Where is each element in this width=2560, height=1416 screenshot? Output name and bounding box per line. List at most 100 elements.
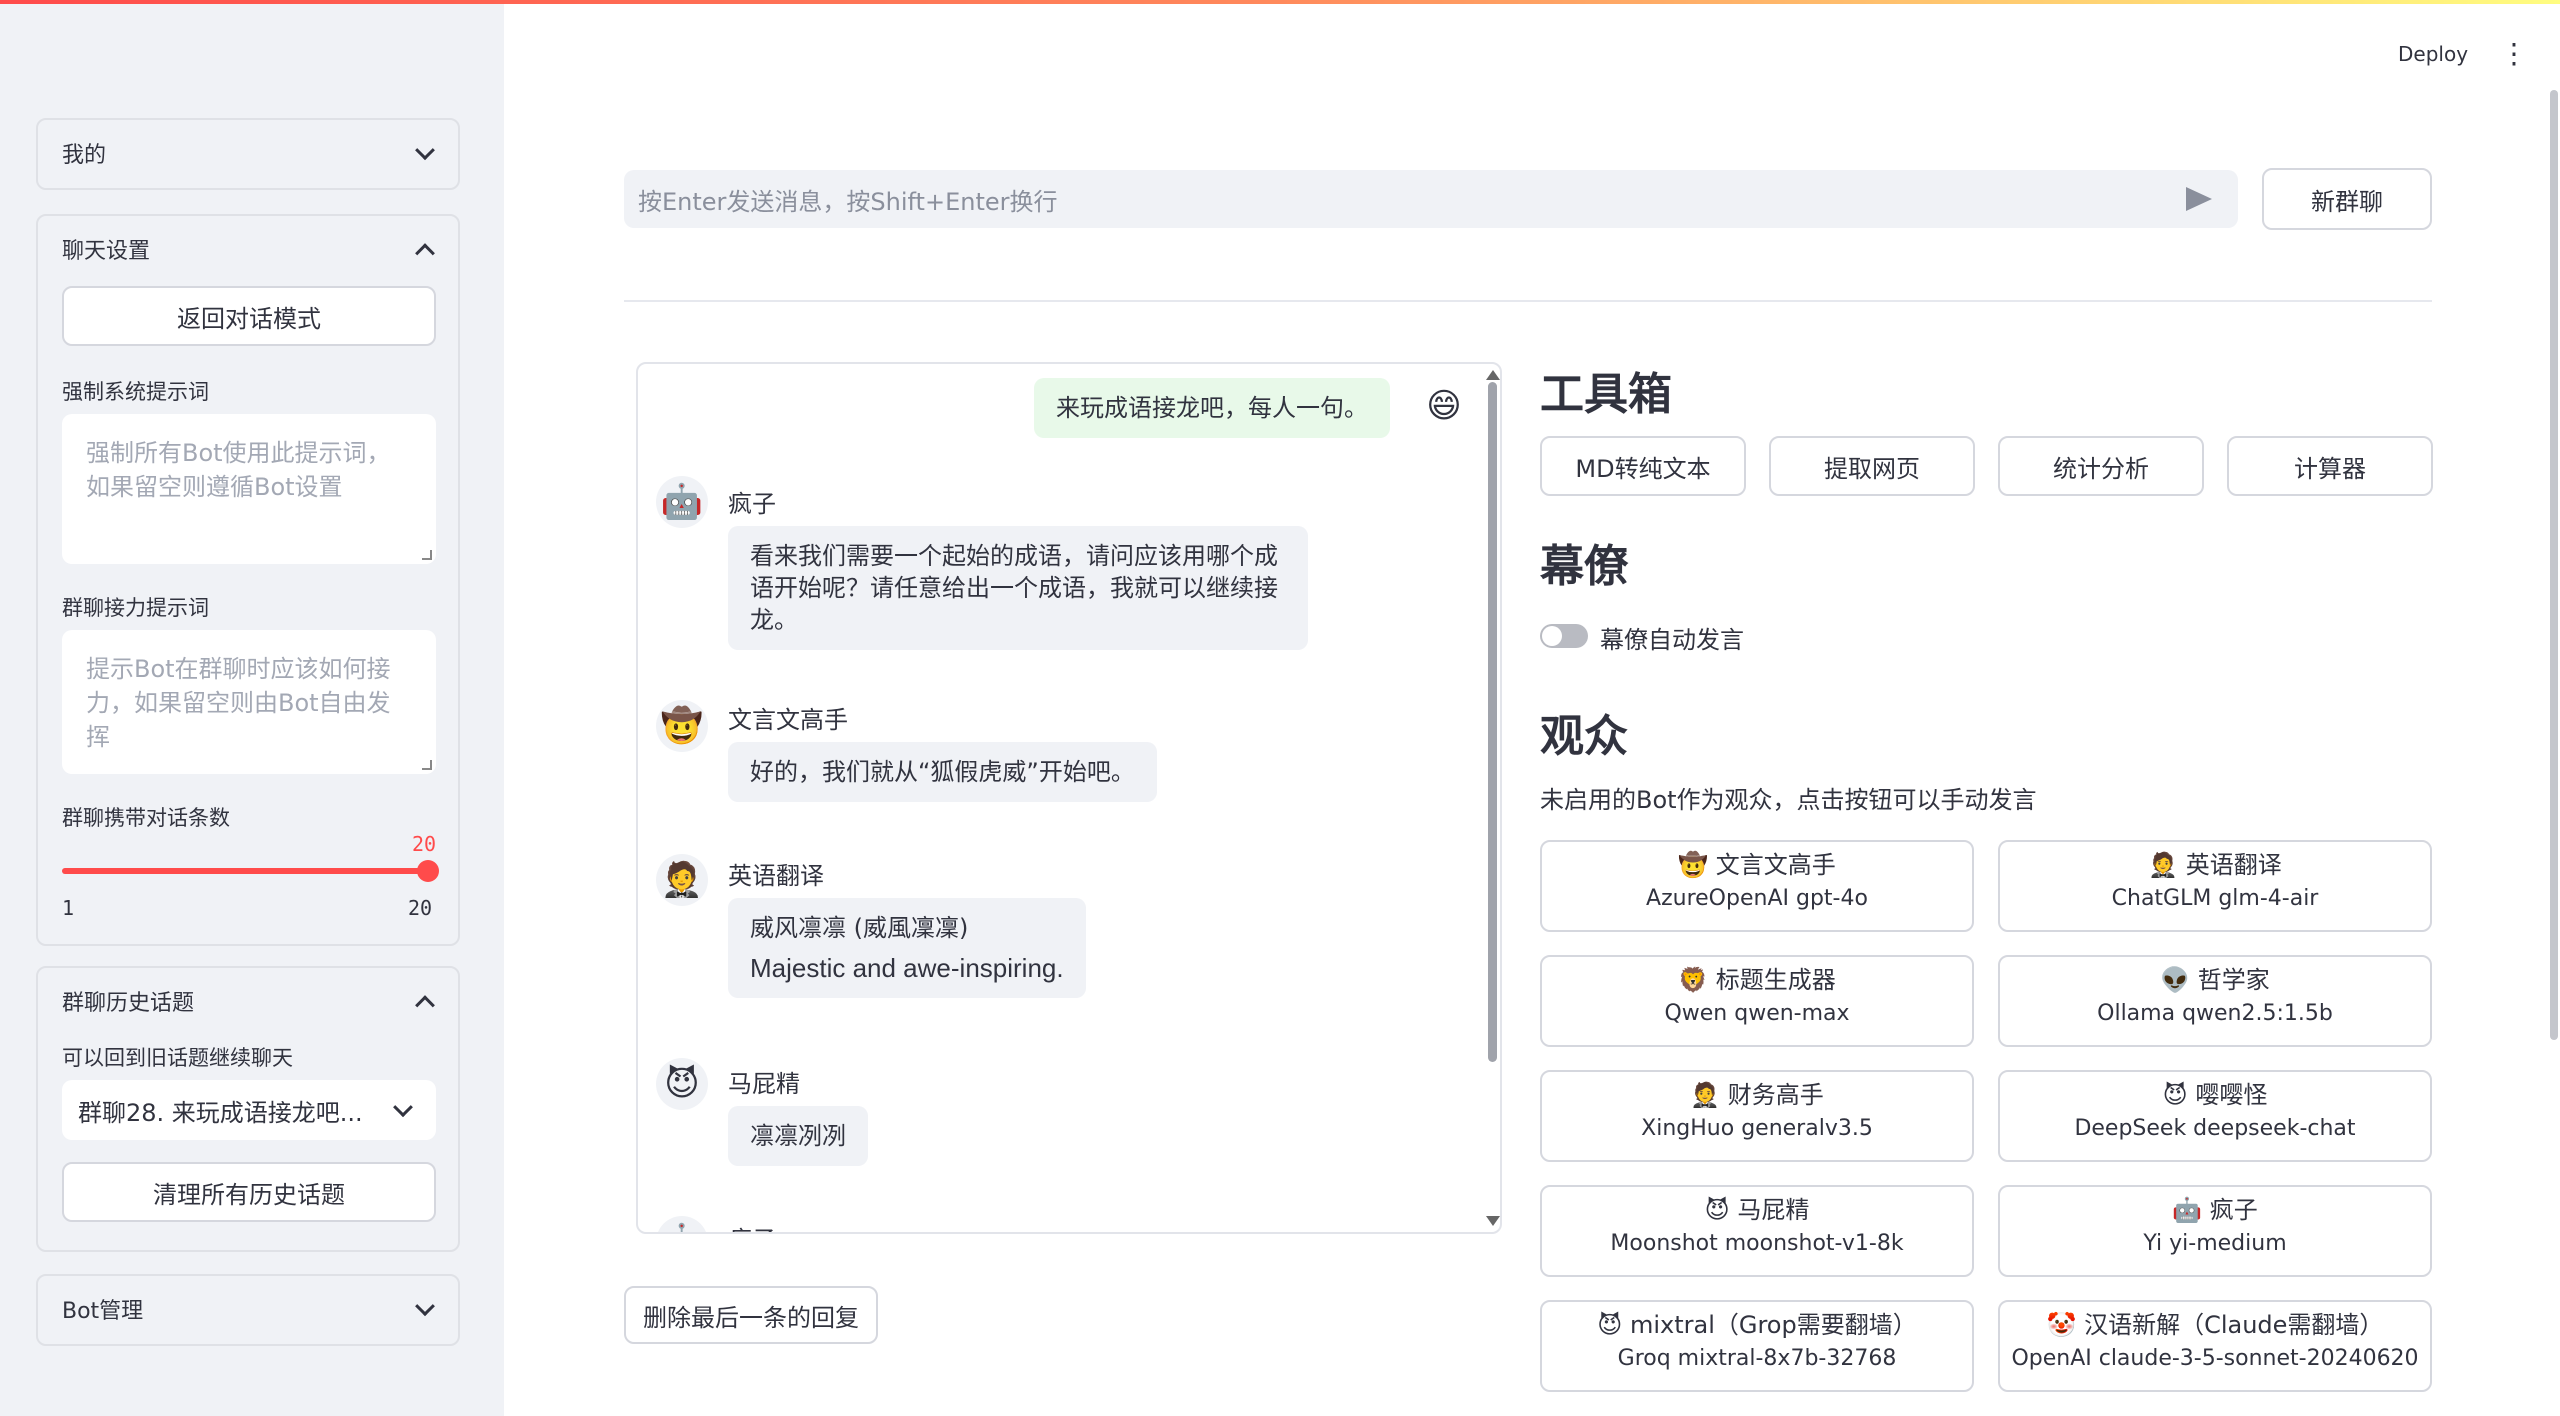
audience-bot-button[interactable]: 😈 mixtral（Grop需要翻墙） Groq mixtral-8x7b-327… <box>1540 1300 1974 1392</box>
audience-bot-model: Ollama qwen2.5:1.5b <box>2097 1001 2333 1026</box>
back-to-chat-button[interactable]: 返回对话模式 <box>62 286 436 346</box>
send-icon[interactable] <box>2186 187 2212 211</box>
audience-bot-model: DeepSeek deepseek-chat <box>2074 1116 2356 1141</box>
audience-bot-name: 马屁精 <box>1737 1196 1810 1224</box>
audience-bot-model: Groq mixtral-8x7b-32768 <box>1617 1346 1897 1371</box>
robot-avatar-icon: 🤖 <box>656 476 708 528</box>
staff-auto-speak-toggle[interactable] <box>1540 624 1588 648</box>
bot-message-line: 威风凛凛 (威風凜凜) <box>750 914 969 942</box>
audience-bot-button[interactable]: 😈 嘤嘤怪 DeepSeek deepseek-chat <box>1998 1070 2432 1162</box>
bot-icon: 🤡 <box>2046 1311 2077 1339</box>
slider-value: 20 <box>412 832 437 856</box>
person-avatar-icon: 🤵 <box>656 854 708 906</box>
audience-bot-model: AzureOpenAI gpt-4o <box>1646 886 1868 911</box>
tool-extract-webpage-button[interactable]: 提取网页 <box>1769 436 1975 496</box>
robot-avatar-icon: 🤖 <box>656 1216 708 1232</box>
bot-message: 凛凛冽冽 <box>728 1106 868 1166</box>
chat-input[interactable]: 按Enter发送消息，按Shift+Enter换行 <box>624 170 2238 228</box>
audience-bot-button[interactable]: 👽 哲学家 Ollama qwen2.5:1.5b <box>1998 955 2432 1047</box>
relay-prompt-textarea[interactable]: 提示Bot在群聊时应该如何接力，如果留空则由Bot自由发挥 <box>62 630 436 774</box>
bot-message: 好的，我们就从“狐假虎威”开始吧。 <box>728 742 1157 802</box>
history-hint: 可以回到旧话题继续聊天 <box>62 1046 293 1070</box>
sys-prompt-label: 强制系统提示词 <box>62 380 209 404</box>
chevron-down-icon <box>415 1296 435 1317</box>
relay-prompt-label: 群聊接力提示词 <box>62 596 209 620</box>
audience-bot-title: 😈 嘤嘤怪 <box>2000 1080 2430 1110</box>
staff-toggle-label: 幕僚自动发言 <box>1600 626 1744 654</box>
resize-handle-icon[interactable] <box>422 760 432 770</box>
clear-history-button[interactable]: 清理所有历史话题 <box>62 1162 436 1222</box>
audience-bot-button[interactable]: 🤠 文言文高手 AzureOpenAI gpt-4o <box>1540 840 1974 932</box>
audience-bot-button[interactable]: 🤡 汉语新解（Claude需翻墙） OpenAI claude-3-5-sonne… <box>1998 1300 2432 1392</box>
scroll-up-icon[interactable] <box>1486 370 1500 380</box>
audience-bot-button[interactable]: 🦁 标题生成器 Qwen qwen-max <box>1540 955 1974 1047</box>
audience-title: 观众 <box>1540 711 1628 762</box>
history-count-slider[interactable] <box>62 860 439 882</box>
audience-bot-model: Qwen qwen-max <box>1664 1001 1850 1026</box>
audience-bot-title: 🤡 汉语新解（Claude需翻墙） <box>2000 1310 2430 1340</box>
audience-bot-title: 😈 马屁精 <box>1542 1195 1972 1225</box>
bot-name: 疯子 <box>728 490 776 518</box>
slider-thumb[interactable] <box>417 860 439 882</box>
tool-md-to-text-button[interactable]: MD转纯文本 <box>1540 436 1746 496</box>
audience-bot-model: Moonshot moonshot-v1-8k <box>1610 1231 1904 1256</box>
expander-bot-manage[interactable]: Bot管理 <box>36 1274 460 1346</box>
bot-name: 文言文高手 <box>728 706 848 734</box>
expander-mine[interactable]: 我的 <box>36 118 460 190</box>
bot-name: 疯子 <box>728 1220 776 1232</box>
scroll-down-icon[interactable] <box>1486 1216 1500 1226</box>
sys-prompt-textarea[interactable]: 强制所有Bot使用此提示词，如果留空则遵循Bot设置 <box>62 414 436 564</box>
audience-bot-button[interactable]: 🤖 疯子 Yi yi-medium <box>1998 1185 2432 1277</box>
audience-bot-name: 哲学家 <box>2197 966 2270 994</box>
chevron-up-icon <box>415 243 435 264</box>
chevron-up-icon <box>415 995 435 1016</box>
audience-bot-title: 🤵 英语翻译 <box>2000 850 2430 880</box>
audience-bot-name: 文言文高手 <box>1715 851 1836 879</box>
bot-icon: 🤵 <box>1690 1081 1721 1109</box>
audience-bot-title: 🤵 财务高手 <box>1542 1080 1972 1110</box>
chat-scrollbar[interactable] <box>1488 382 1497 1062</box>
bot-message: 看来我们需要一个起始的成语，请问应该用哪个成语开始呢？请任意给出一个成语，我就可… <box>728 526 1308 650</box>
resize-handle-icon[interactable] <box>422 550 432 560</box>
audience-bot-button[interactable]: 🤵 财务高手 XingHuo generalv3.5 <box>1540 1070 1974 1162</box>
bot-message: 威风凛凛 (威風凜凜) Majestic and awe-inspiring. <box>728 898 1086 998</box>
audience-bot-button[interactable]: 🤵 英语翻译 ChatGLM glm-4-air <box>1998 840 2432 932</box>
bot-name: 马屁精 <box>728 1070 800 1098</box>
audience-bot-button[interactable]: 😈 马屁精 Moonshot moonshot-v1-8k <box>1540 1185 1974 1277</box>
audience-bot-title: 🦁 标题生成器 <box>1542 965 1972 995</box>
deploy-button[interactable]: Deploy <box>2398 42 2468 66</box>
chevron-down-icon <box>415 140 435 161</box>
toolbox-title: 工具箱 <box>1540 369 1672 420</box>
chat-settings-header[interactable]: 聊天设置 <box>38 216 458 282</box>
audience-bot-model: ChatGLM glm-4-air <box>2111 886 2319 911</box>
tool-statistics-button[interactable]: 统计分析 <box>1998 436 2204 496</box>
bot-icon: 🦁 <box>1678 966 1709 994</box>
sidebar: 我的 聊天设置 返回对话模式 强制系统提示词 强制所有Bot使用此提示词，如果留… <box>0 4 504 1416</box>
history-label: 群聊历史话题 <box>62 991 195 1016</box>
bot-manage-label: Bot管理 <box>62 1299 144 1324</box>
audience-bot-model: XingHuo generalv3.5 <box>1641 1116 1873 1141</box>
chat-input-placeholder: 按Enter发送消息，按Shift+Enter换行 <box>638 187 1058 216</box>
bot-name: 英语翻译 <box>728 862 824 890</box>
slider-max: 20 <box>408 896 433 920</box>
page-scrollbar[interactable] <box>2550 90 2558 1040</box>
devil-avatar-icon: 😈 <box>656 1058 708 1110</box>
bot-icon: 😈 <box>1704 1196 1730 1224</box>
expander-history: 群聊历史话题 可以回到旧话题继续聊天 群聊28. 来玩成语接龙吧... 清理所有… <box>36 966 460 1252</box>
new-group-chat-button[interactable]: 新群聊 <box>2262 168 2432 230</box>
toggle-knob <box>1542 626 1562 646</box>
bot-message-line: Majestic and awe-inspiring. <box>750 953 1064 983</box>
bot-icon: 🤖 <box>2172 1196 2203 1224</box>
tool-calculator-button[interactable]: 计算器 <box>2227 436 2433 496</box>
chat-settings-label: 聊天设置 <box>62 239 151 264</box>
audience-bot-name: 标题生成器 <box>1715 966 1836 994</box>
chevron-down-icon <box>393 1097 413 1118</box>
audience-bot-name: 英语翻译 <box>2185 851 2282 879</box>
divider <box>624 300 2432 302</box>
audience-bot-title: 🤠 文言文高手 <box>1542 850 1972 880</box>
slider-min: 1 <box>62 896 75 920</box>
main-menu-icon[interactable]: ⋮ <box>2500 40 2528 68</box>
history-select[interactable]: 群聊28. 来玩成语接龙吧... <box>62 1080 436 1140</box>
history-header[interactable]: 群聊历史话题 <box>38 968 458 1034</box>
delete-last-reply-button[interactable]: 删除最后一条的回复 <box>624 1286 878 1344</box>
